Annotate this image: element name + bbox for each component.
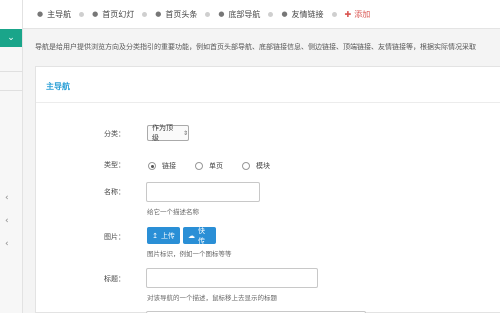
tab-friend-links[interactable]: ● 友情链接	[281, 9, 344, 20]
location-pin-icon: ●	[218, 10, 225, 18]
radio-label: 链接	[162, 162, 176, 170]
title-label: 标题：	[104, 275, 125, 283]
upload-icon: ↥	[152, 231, 158, 240]
title-help-text: 对该导航的一个描述，鼠标移上去显示的标题	[147, 294, 277, 302]
location-pin-icon: ●	[155, 10, 162, 18]
tab-label: 主导航	[47, 9, 72, 19]
separator-dot	[205, 11, 211, 17]
tab-add-label: 添加	[354, 9, 371, 19]
divider	[0, 90, 23, 91]
radio-label: 单页	[209, 162, 223, 170]
quick-upload-button[interactable]: ☁ 快传	[183, 226, 216, 245]
separator-dot	[142, 11, 148, 17]
sidebar-header	[0, 0, 22, 29]
tab-label: 底部导航	[228, 9, 261, 19]
tab-label: 首页头条	[165, 9, 198, 19]
separator-dot	[79, 11, 85, 17]
location-pin-icon: ●	[281, 10, 288, 18]
upload-button-label: 上传	[160, 231, 175, 240]
category-select-value: 作为顶级	[152, 124, 173, 142]
sidebar: ⌄ ‹ ‹ ‹	[0, 0, 23, 313]
radio-module[interactable]: 模块	[242, 161, 270, 171]
tab-label: 首页幻灯	[102, 9, 135, 19]
notice-text: 导航是给用户提供浏览方向及分类指引的重要功能，例如首页头部导航、底部链接信息、侧…	[35, 43, 476, 51]
chevron-left-icon[interactable]: ‹	[5, 193, 9, 203]
name-help-text: 给它一个描述名称	[147, 208, 199, 216]
plus-icon: ✚	[344, 9, 352, 19]
location-pin-icon: ●	[92, 10, 99, 18]
tab-label: 友情链接	[291, 9, 324, 19]
upload-button[interactable]: ↥ 上传	[147, 227, 180, 244]
divider	[0, 71, 23, 72]
form-panel: 主导航 分类： 作为顶级 ⇕ 类型： 链接 单页 模块 名称： 给它一个描述名称…	[35, 66, 500, 313]
title-input[interactable]	[146, 268, 318, 288]
type-label: 类型：	[104, 161, 125, 169]
image-help-text: 图片标识，例如一个图标等等	[147, 250, 232, 258]
panel-title: 主导航	[36, 67, 500, 103]
name-label: 名称：	[104, 188, 125, 196]
radio-link[interactable]: 链接	[148, 161, 176, 171]
tab-home-slides[interactable]: ● 首页幻灯	[92, 9, 155, 20]
tab-add[interactable]: ✚ 添加	[345, 9, 371, 20]
sidebar-toggle-button[interactable]: ⌄	[0, 29, 22, 47]
type-radio-group: 链接 单页 模块	[148, 161, 289, 171]
tab-bar: ● 主导航 ● 首页幻灯 ● 首页头条 ● 底部导航 ● 友情链接 ✚ 添加	[23, 0, 500, 29]
radio-button[interactable]	[195, 162, 203, 170]
tab-home-headline[interactable]: ● 首页头条	[155, 9, 218, 20]
category-select[interactable]: 作为顶级 ⇕	[147, 124, 189, 142]
quick-upload-button-label: 快传	[198, 226, 205, 245]
radio-button[interactable]	[148, 162, 156, 170]
tab-footer-nav[interactable]: ● 底部导航	[218, 9, 281, 20]
radio-button[interactable]	[242, 162, 250, 170]
chevron-left-icon[interactable]: ‹	[5, 216, 9, 226]
cloud-upload-icon: ☁	[188, 231, 195, 240]
tab-main-nav[interactable]: ● 主导航	[37, 9, 92, 20]
category-label: 分类：	[104, 130, 125, 138]
location-pin-icon: ●	[37, 10, 44, 18]
chevron-down-icon: ⌄	[7, 33, 15, 43]
chevron-left-icon[interactable]: ‹	[5, 239, 9, 249]
image-label: 图片：	[104, 233, 125, 241]
updown-caret-icon: ⇕	[182, 129, 188, 137]
name-input[interactable]	[146, 182, 260, 202]
radio-label: 模块	[256, 162, 270, 170]
separator-dot	[268, 11, 274, 17]
radio-page[interactable]: 单页	[195, 161, 223, 171]
separator-dot	[331, 11, 337, 17]
